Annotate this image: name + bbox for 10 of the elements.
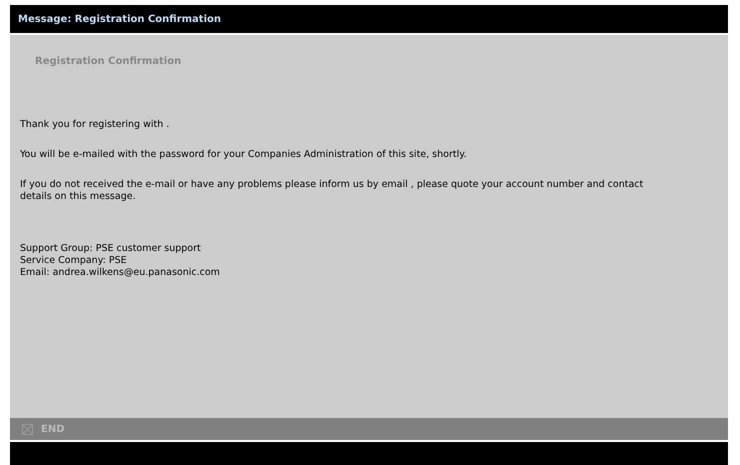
contact-line: Email: andrea.wilkens@eu.panasonic.com <box>20 267 221 279</box>
message-paragraph: If you do not received the e-mail or have any problems please inform us by email , please quote your account number and contact details on this message. <box>20 179 644 203</box>
contact-line: Support Group: PSE customer support <box>20 243 202 255</box>
window-title: Message: Registration Confirmation <box>18 14 222 24</box>
heading: Registration Confirmation <box>35 56 182 67</box>
close-icon[interactable] <box>22 424 33 434</box>
end-button[interactable]: END <box>41 424 65 434</box>
message-paragraph: You will be e-mailed with the password for your Companies Administration of this site, shortly. <box>20 149 468 161</box>
contact-line: Service Company: PSE <box>20 255 128 267</box>
message-paragraph: Thank you for registering with . <box>20 119 170 131</box>
